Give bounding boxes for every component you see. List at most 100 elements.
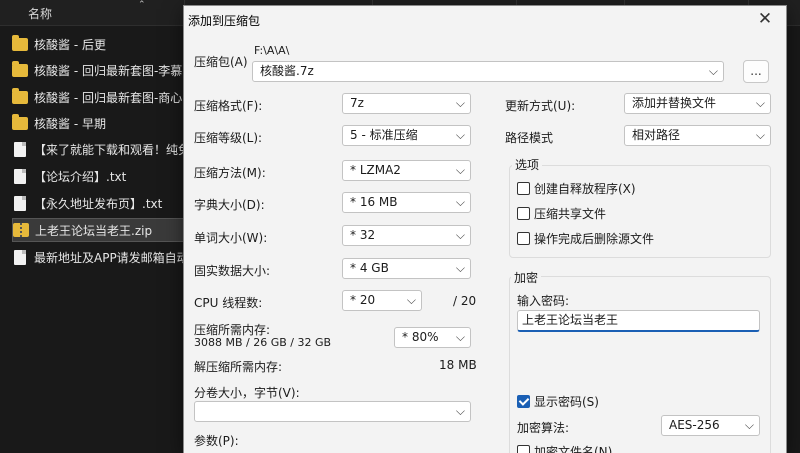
show-password-checkbox[interactable]: 显示密码(S) bbox=[517, 393, 599, 410]
folder-icon bbox=[12, 34, 28, 51]
column-name[interactable]: 名称 bbox=[28, 5, 52, 22]
text-file-icon bbox=[14, 195, 26, 211]
chevron-down-icon: ⌵ bbox=[455, 228, 465, 242]
archive-path: F:\A\A\ bbox=[254, 44, 290, 57]
text-file-icon bbox=[14, 168, 26, 184]
format-label: 压缩格式(F): bbox=[194, 99, 263, 113]
decomp-label: 解压缩所需内存: bbox=[194, 360, 283, 374]
solid-value: * 4 GB bbox=[350, 261, 389, 275]
mem-value: * 80% bbox=[402, 330, 439, 344]
list-item[interactable]: 【论坛介绍】.txt bbox=[12, 164, 187, 188]
encryption-title: 加密 bbox=[511, 269, 542, 286]
list-item[interactable]: 核酸酱 - 后更 bbox=[12, 32, 187, 56]
chevron-down-icon: ⌵ bbox=[755, 128, 765, 142]
method-combo[interactable]: * LZMA2 ⌵ bbox=[342, 160, 471, 181]
add-to-archive-dialog: 添加到压缩包 ✕ 压缩包(A) F:\A\A\ 核酸酱.7z ⌵ ... 压缩格… bbox=[183, 5, 787, 453]
encryption-method-value: AES-256 bbox=[669, 418, 720, 432]
cpu-combo[interactable]: * 20 ⌵ bbox=[342, 290, 422, 311]
archive-name-combo[interactable]: 核酸酱.7z ⌵ bbox=[252, 61, 724, 82]
dialog-title: 添加到压缩包 bbox=[188, 14, 261, 28]
delete-source-checkbox[interactable]: 操作完成后删除源文件 bbox=[517, 230, 654, 247]
list-item-label: 【来了就能下载和观看！纯免 bbox=[34, 142, 187, 157]
dict-combo[interactable]: * 16 MB ⌵ bbox=[342, 192, 471, 213]
pathmode-value: 相对路径 bbox=[632, 128, 681, 142]
list-item-selected[interactable]: 上老王论坛当老王.zip bbox=[12, 218, 184, 242]
update-value: 添加并替换文件 bbox=[632, 96, 717, 110]
chevron-down-icon: ⌵ bbox=[455, 96, 465, 110]
method-label: 压缩方法(M): bbox=[194, 166, 266, 180]
level-label: 压缩等级(L): bbox=[194, 131, 263, 145]
chevron-down-icon: ⌵ bbox=[455, 163, 465, 177]
split-label: 分卷大小，字节(V): bbox=[194, 386, 300, 400]
chevron-down-icon: ⌵ bbox=[455, 330, 465, 344]
text-file-icon bbox=[14, 249, 26, 265]
password-label: 输入密码: bbox=[517, 294, 570, 308]
word-combo[interactable]: * 32 ⌵ bbox=[342, 225, 471, 246]
list-item-label: 最新地址及APP请发邮箱自动 bbox=[34, 250, 187, 265]
list-item[interactable]: 【永久地址发布页】.txt bbox=[12, 191, 187, 215]
format-combo[interactable]: 7z ⌵ bbox=[342, 93, 471, 114]
list-item-label: 核酸酱 - 早期 bbox=[34, 116, 106, 131]
list-item-label: 核酸酱 - 回归最新套图-商心 bbox=[34, 90, 183, 105]
sfx-label: 创建自释放程序(X) bbox=[534, 182, 636, 196]
checkbox-box bbox=[517, 207, 530, 220]
chevron-down-icon: ⌵ bbox=[744, 418, 754, 432]
method-value: * LZMA2 bbox=[350, 163, 401, 177]
update-label: 更新方式(U): bbox=[505, 99, 576, 113]
chevron-down-icon: ⌵ bbox=[455, 128, 465, 142]
zip-folder-icon bbox=[13, 223, 29, 237]
dialog-titlebar[interactable]: 添加到压缩包 ✕ bbox=[184, 6, 786, 34]
encrypt-names-checkbox[interactable]: 加密文件名(N) bbox=[517, 443, 612, 453]
list-item[interactable]: 最新地址及APP请发邮箱自动 bbox=[12, 245, 187, 269]
close-icon[interactable]: ✕ bbox=[756, 9, 774, 29]
list-item-label: 核酸酱 - 回归最新套图-李慕 bbox=[34, 63, 183, 78]
chevron-down-icon: ⌵ bbox=[455, 404, 465, 418]
options-title: 选项 bbox=[512, 156, 543, 173]
word-label: 单词大小(W): bbox=[194, 231, 268, 245]
browse-button[interactable]: ... bbox=[743, 60, 769, 83]
pathmode-combo[interactable]: 相对路径 ⌵ bbox=[624, 125, 771, 146]
password-input[interactable]: 上老王论坛当老王 bbox=[517, 310, 760, 332]
cpu-label: CPU 线程数: bbox=[194, 296, 263, 310]
update-combo[interactable]: 添加并替换文件 ⌵ bbox=[624, 93, 771, 114]
chevron-down-icon: ⌵ bbox=[455, 261, 465, 275]
list-item-label: 【永久地址发布页】.txt bbox=[34, 196, 163, 211]
checkbox-box bbox=[517, 182, 530, 195]
list-item[interactable]: 【来了就能下载和观看！纯免 bbox=[12, 137, 187, 161]
list-item-label: 核酸酱 - 后更 bbox=[34, 37, 106, 52]
encrypt-names-label: 加密文件名(N) bbox=[534, 445, 613, 453]
cpu-value: * 20 bbox=[350, 293, 376, 307]
password-value: 上老王论坛当老王 bbox=[522, 313, 619, 327]
list-item[interactable]: 核酸酱 - 回归最新套图-商心 bbox=[12, 85, 187, 109]
split-combo[interactable]: ⌵ bbox=[194, 401, 471, 422]
delete-label: 操作完成后删除源文件 bbox=[534, 232, 655, 246]
params-label: 参数(P): bbox=[194, 434, 239, 448]
sfx-checkbox[interactable]: 创建自释放程序(X) bbox=[517, 180, 636, 197]
format-value: 7z bbox=[350, 96, 364, 110]
shared-checkbox[interactable]: 压缩共享文件 bbox=[517, 205, 606, 222]
text-file-icon bbox=[14, 141, 26, 157]
mem-detail: 3088 MB / 26 GB / 32 GB bbox=[194, 336, 332, 349]
solid-combo[interactable]: * 4 GB ⌵ bbox=[342, 258, 471, 279]
folder-icon bbox=[12, 87, 28, 104]
list-item-label: 上老王论坛当老王.zip bbox=[35, 223, 153, 238]
list-item[interactable]: 核酸酱 - 早期 bbox=[12, 111, 187, 135]
encryption-method-combo[interactable]: AES-256 ⌵ bbox=[661, 415, 760, 436]
chevron-down-icon: ⌵ bbox=[755, 96, 765, 110]
checkbox-box bbox=[517, 232, 530, 245]
level-combo[interactable]: 5 - 标准压缩 ⌵ bbox=[342, 125, 471, 146]
folder-icon bbox=[12, 60, 28, 77]
cpu-total: / 20 bbox=[453, 294, 477, 308]
solid-label: 固实数据大小: bbox=[194, 264, 271, 278]
level-value: 5 - 标准压缩 bbox=[350, 128, 418, 142]
chevron-down-icon: ⌵ bbox=[406, 293, 416, 307]
mem-combo[interactable]: * 80% ⌵ bbox=[394, 327, 471, 348]
dict-label: 字典大小(D): bbox=[194, 198, 265, 212]
dict-value: * 16 MB bbox=[350, 195, 398, 209]
list-item-label: 【论坛介绍】.txt bbox=[34, 169, 127, 184]
archive-name-value: 核酸酱.7z bbox=[260, 64, 314, 78]
chevron-down-icon: ⌵ bbox=[708, 64, 718, 78]
list-item[interactable]: 核酸酱 - 回归最新套图-李慕 bbox=[12, 58, 187, 82]
decomp-value: 18 MB bbox=[439, 358, 477, 372]
word-value: * 32 bbox=[350, 228, 376, 242]
